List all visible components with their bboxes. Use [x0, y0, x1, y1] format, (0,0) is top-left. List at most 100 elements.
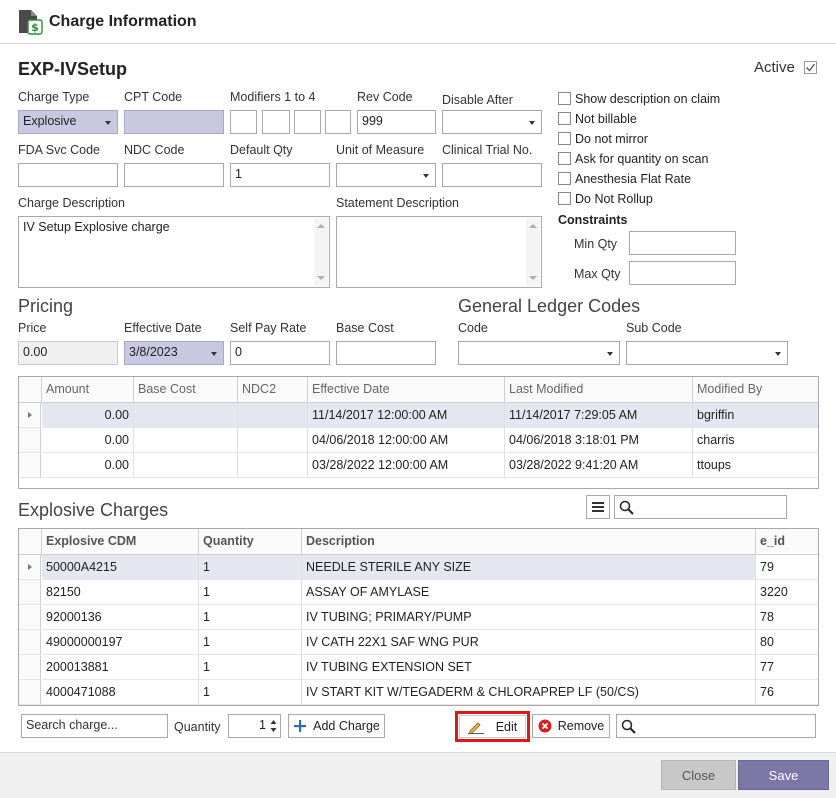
table-cell[interactable] [134, 428, 238, 453]
table-cell[interactable]: 76 [756, 680, 818, 705]
not-billable-checkbox[interactable] [558, 112, 571, 125]
column-chooser-button[interactable] [586, 495, 610, 519]
table-cell[interactable] [134, 453, 238, 478]
remove-button[interactable]: Remove [532, 714, 610, 738]
edit-button[interactable]: Edit [459, 715, 526, 738]
table-cell[interactable]: 92000136 [42, 605, 199, 630]
scrollbar[interactable] [314, 218, 328, 286]
column-header[interactable]: Last Modified [505, 377, 693, 403]
active-checkbox[interactable] [804, 61, 817, 74]
max-qty-input[interactable] [629, 261, 736, 285]
column-header[interactable]: Description [302, 529, 756, 555]
row-indicator[interactable] [19, 580, 41, 605]
show-description-checkbox[interactable] [558, 92, 571, 105]
ask-quantity-checkbox[interactable] [558, 152, 571, 165]
table-cell[interactable]: 04/06/2018 3:18:01 PM [505, 428, 693, 453]
table-cell[interactable]: ASSAY OF AMYLASE [302, 580, 756, 605]
cpt-code-input[interactable] [124, 110, 224, 134]
statement-description-textarea[interactable] [336, 216, 542, 288]
table-cell[interactable] [238, 403, 308, 428]
save-button[interactable]: Save [738, 760, 829, 790]
scrollbar[interactable] [526, 218, 540, 286]
table-cell[interactable]: 0.00 [42, 453, 134, 478]
disable-after-select[interactable] [442, 110, 542, 134]
table-cell[interactable]: IV TUBING; PRIMARY/PUMP [302, 605, 756, 630]
table-cell[interactable] [134, 403, 238, 428]
table-cell[interactable]: 11/14/2017 12:00:00 AM [308, 403, 505, 428]
clinical-trial-input[interactable] [442, 163, 542, 187]
fda-svc-code-input[interactable] [18, 163, 118, 187]
table-cell[interactable]: IV CATH 22X1 SAF WNG PUR [302, 630, 756, 655]
column-header[interactable]: Amount [42, 377, 134, 403]
price-input[interactable]: 0.00 [18, 341, 118, 365]
table-cell[interactable]: IV TUBING EXTENSION SET [302, 655, 756, 680]
table-cell[interactable]: 79 [756, 555, 818, 580]
row-indicator[interactable] [19, 655, 41, 680]
min-qty-input[interactable] [629, 231, 736, 255]
row-indicator[interactable] [19, 403, 41, 428]
table-cell[interactable]: 04/06/2018 12:00:00 AM [308, 428, 505, 453]
column-header[interactable]: e_id [756, 529, 818, 555]
unit-of-measure-select[interactable] [336, 163, 436, 187]
column-header[interactable]: Effective Date [308, 377, 505, 403]
table-cell[interactable]: 3220 [756, 580, 818, 605]
do-not-mirror-checkbox[interactable] [558, 132, 571, 145]
column-header[interactable]: Base Cost [134, 377, 238, 403]
table-cell[interactable]: 1 [199, 630, 302, 655]
table-cell[interactable]: 80 [756, 630, 818, 655]
table-cell[interactable]: 50000A4215 [42, 555, 199, 580]
base-cost-input[interactable] [336, 341, 436, 365]
table-cell[interactable]: 78 [756, 605, 818, 630]
column-header[interactable]: Modified By [693, 377, 818, 403]
charge-type-select[interactable]: Explosive [18, 110, 118, 134]
column-header[interactable]: Quantity [199, 529, 302, 555]
anesthesia-flat-rate-checkbox[interactable] [558, 172, 571, 185]
do-not-rollup-checkbox[interactable] [558, 192, 571, 205]
table-cell[interactable]: 0.00 [42, 403, 134, 428]
explosive-search-input[interactable] [614, 495, 787, 519]
gl-sub-code-select[interactable] [626, 341, 788, 365]
table-cell[interactable]: 49000000197 [42, 630, 199, 655]
table-cell[interactable]: ttoups [693, 453, 818, 478]
add-charge-button[interactable]: Add Charge [288, 714, 385, 738]
row-indicator[interactable] [19, 605, 41, 630]
table-cell[interactable]: 11/14/2017 7:29:05 AM [505, 403, 693, 428]
table-cell[interactable]: 200013881 [42, 655, 199, 680]
table-cell[interactable]: 0.00 [42, 428, 134, 453]
table-cell[interactable] [238, 428, 308, 453]
self-pay-rate-input[interactable]: 0 [230, 341, 330, 365]
table-cell[interactable]: 1 [199, 605, 302, 630]
table-cell[interactable] [238, 453, 308, 478]
filter-input[interactable] [616, 714, 816, 738]
rev-code-input[interactable]: 999 [357, 110, 436, 134]
table-cell[interactable]: 77 [756, 655, 818, 680]
table-cell[interactable]: 1 [199, 680, 302, 705]
column-header[interactable]: NDC2 [238, 377, 308, 403]
gl-code-select[interactable] [458, 341, 620, 365]
row-indicator[interactable] [19, 453, 41, 478]
search-charge-input[interactable]: Search charge... [21, 714, 168, 738]
charge-description-textarea[interactable]: IV Setup Explosive charge [18, 216, 330, 288]
quantity-stepper[interactable]: 1 [228, 714, 281, 738]
effective-date-picker[interactable]: 3/8/2023 [124, 341, 224, 365]
modifier-1-input[interactable] [230, 110, 257, 134]
row-indicator[interactable] [19, 680, 41, 705]
table-cell[interactable]: 1 [199, 555, 302, 580]
modifier-4-input[interactable] [325, 110, 351, 134]
ndc-code-input[interactable] [124, 163, 224, 187]
table-cell[interactable]: 03/28/2022 12:00:00 AM [308, 453, 505, 478]
table-cell[interactable]: 1 [199, 580, 302, 605]
default-qty-input[interactable]: 1 [230, 163, 330, 187]
table-cell[interactable]: IV START KIT W/TEGADERM & CHLORAPREP LF … [302, 680, 756, 705]
table-cell[interactable]: charris [693, 428, 818, 453]
row-indicator[interactable] [19, 555, 41, 580]
row-indicator[interactable] [19, 630, 41, 655]
table-cell[interactable]: 4000471088 [42, 680, 199, 705]
table-cell[interactable]: 1 [199, 655, 302, 680]
table-cell[interactable]: bgriffin [693, 403, 818, 428]
table-cell[interactable]: NEEDLE STERILE ANY SIZE [302, 555, 756, 580]
row-indicator[interactable] [19, 428, 41, 453]
column-header[interactable]: Explosive CDM [42, 529, 199, 555]
modifier-3-input[interactable] [294, 110, 321, 134]
close-button[interactable]: Close [661, 760, 736, 790]
